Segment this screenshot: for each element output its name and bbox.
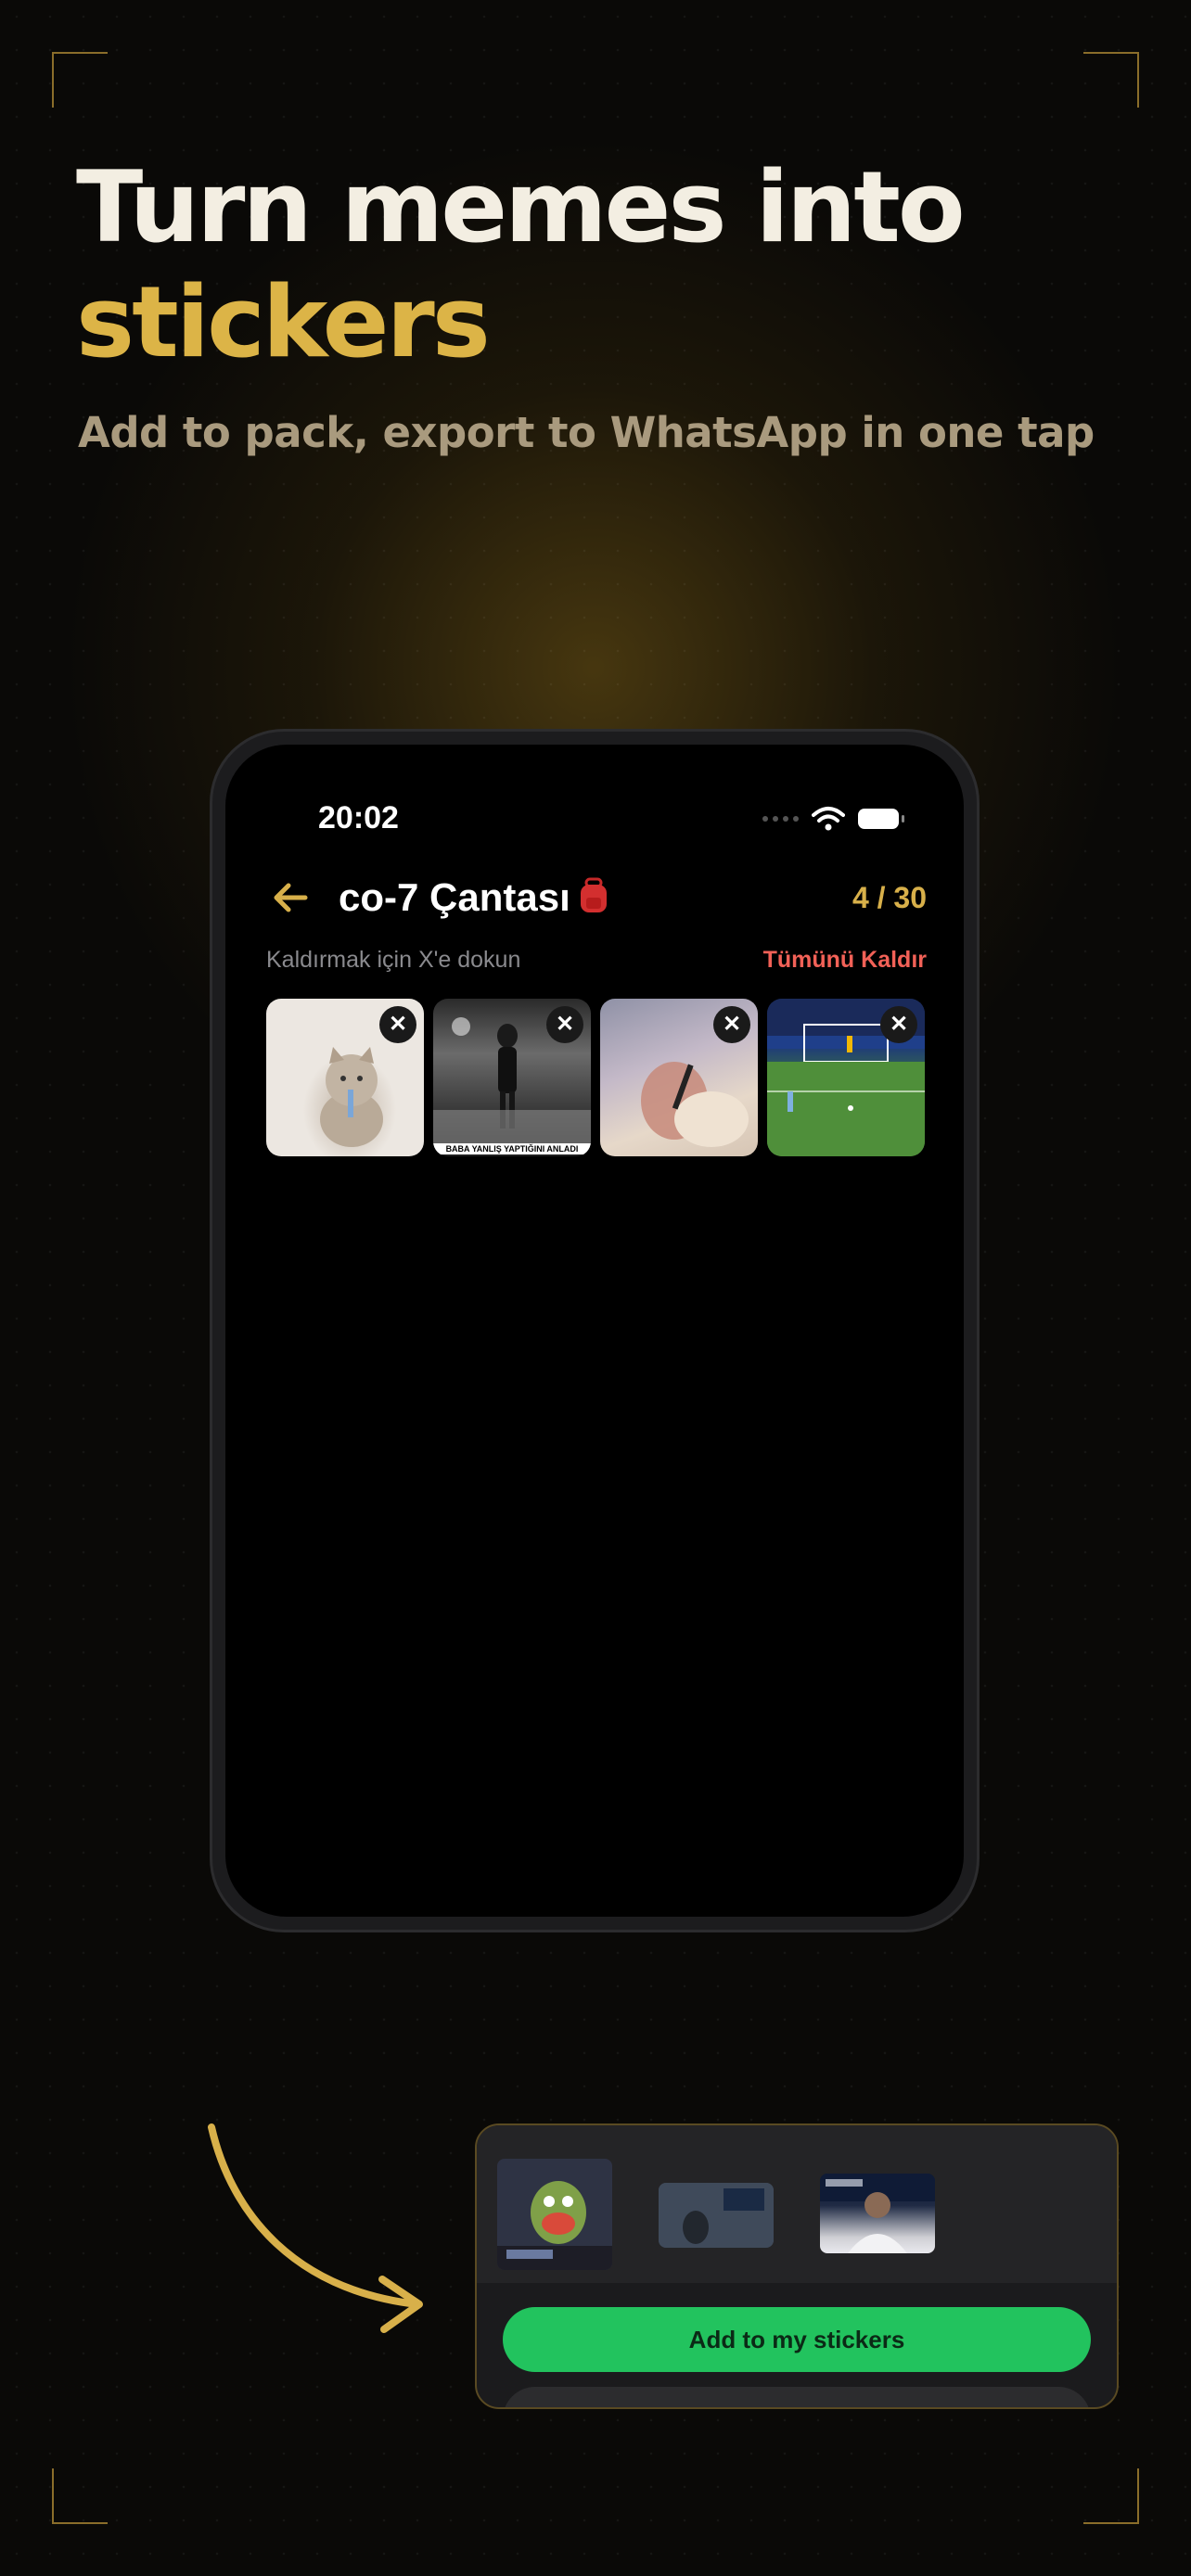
sticker-thumbnail[interactable]: ✕ (266, 999, 424, 1156)
presenter-image (820, 2174, 935, 2253)
status-icons (762, 800, 904, 837)
sticker-preview (659, 2183, 774, 2248)
phone-mockup: 20:02 co-7 Çantası 4 / 30 Kaldırmak için… (210, 729, 980, 1932)
back-arrow-icon[interactable] (266, 874, 314, 922)
whatsapp-share-sheet: Add to my stickers (475, 2123, 1119, 2409)
corner-frame-top-left (52, 52, 108, 108)
headline-line-2: stickers (76, 265, 491, 379)
remove-sticker-button[interactable]: ✕ (880, 1006, 917, 1043)
backpack-icon (580, 877, 607, 912)
sticker-preview (497, 2159, 612, 2270)
gamer-meme-image (497, 2159, 612, 2270)
phone-screen: 20:02 co-7 Çantası 4 / 30 Kaldırmak için… (225, 745, 964, 1917)
curved-arrow-icon (208, 2123, 423, 2333)
sticker-count: 4 / 30 (852, 880, 927, 914)
add-to-stickers-button[interactable]: Add to my stickers (503, 2307, 1091, 2372)
pack-title-text: co-7 Çantası (339, 875, 570, 919)
cellular-signal-icon (762, 816, 799, 822)
corner-frame-bottom-left (52, 2468, 108, 2524)
pack-title: co-7 Çantası (339, 875, 852, 920)
secondary-button[interactable] (503, 2387, 1091, 2407)
sticker-preview (820, 2174, 935, 2253)
corner-frame-top-right (1083, 52, 1139, 108)
sticker-thumbnail[interactable]: BABA YANLIŞ YAPTIĞINI ANLADI ✕ (433, 999, 591, 1156)
remove-sticker-button[interactable]: ✕ (546, 1006, 583, 1043)
wifi-icon (812, 807, 845, 831)
scoreboard-image (659, 2183, 774, 2248)
subheadline: Add to pack, export to WhatsApp in one t… (78, 408, 1095, 457)
headline: Turn memes into stickers (76, 150, 966, 380)
sticker-thumbnail[interactable]: ✕ (600, 999, 758, 1156)
sticker-caption: BABA YANLIŞ YAPTIĞINI ANLADI (433, 1143, 591, 1154)
nav-bar: co-7 Çantası 4 / 30 (266, 865, 927, 930)
headline-line-1: Turn memes into (76, 150, 966, 264)
remove-hint: Kaldırmak için X'e dokun (266, 947, 521, 973)
hint-row: Kaldırmak için X'e dokun Tümünü Kaldır (266, 947, 927, 974)
sticker-preview-strip (477, 2125, 1117, 2283)
corner-frame-bottom-right (1083, 2468, 1139, 2524)
remove-all-button[interactable]: Tümünü Kaldır (763, 947, 927, 974)
remove-sticker-button[interactable]: ✕ (379, 1006, 416, 1043)
remove-sticker-button[interactable]: ✕ (713, 1006, 750, 1043)
sticker-grid: ✕ BABA YANLIŞ YAPTIĞINI ANLADI ✕ ✕ ✕ (266, 999, 925, 1156)
sticker-thumbnail[interactable]: ✕ (767, 999, 925, 1156)
status-time: 20:02 (318, 800, 399, 835)
battery-icon (858, 809, 904, 829)
